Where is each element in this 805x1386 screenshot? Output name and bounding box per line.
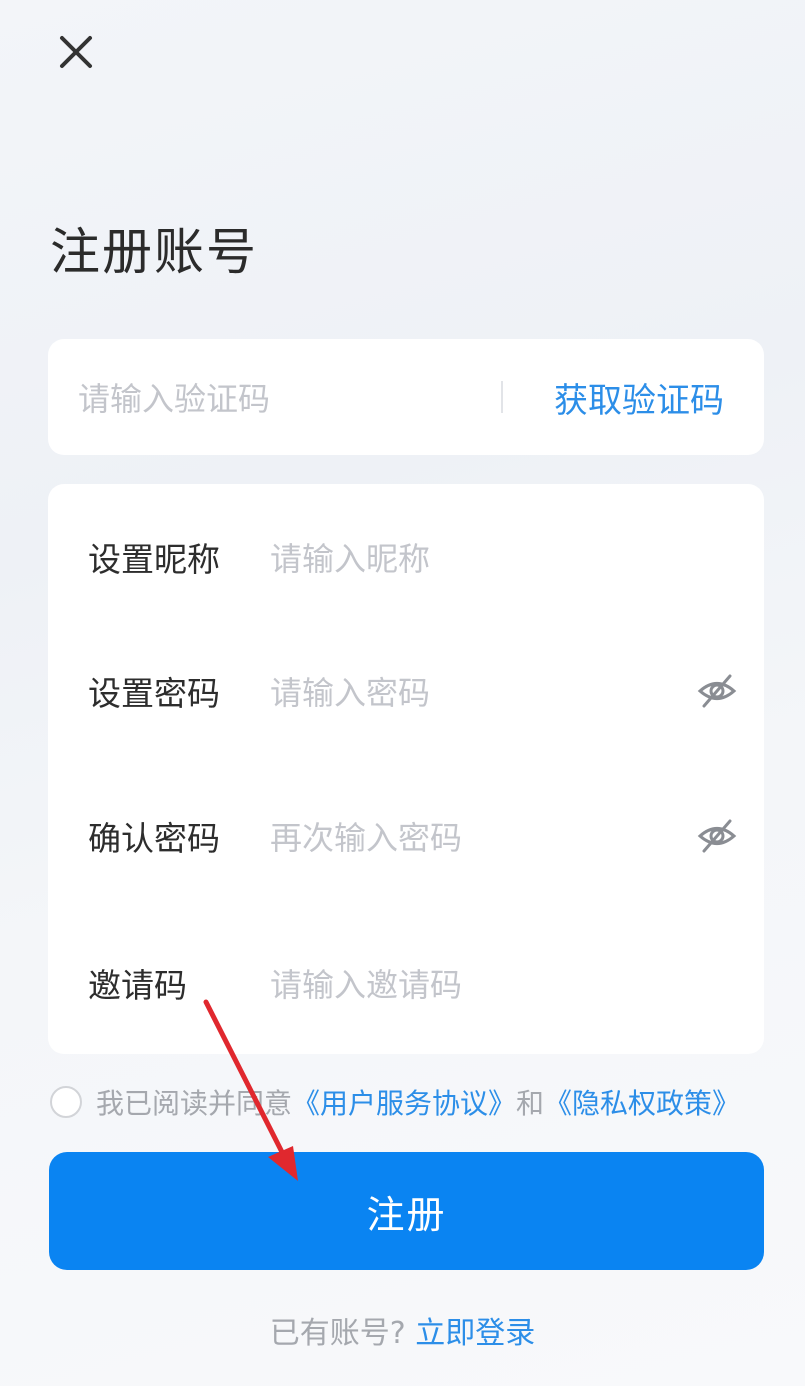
toggle-confirm-visibility[interactable] [696,815,738,857]
toggle-password-visibility[interactable] [696,670,738,712]
get-code-button[interactable]: 获取验证码 [554,339,724,455]
password-label: 设置密码 [88,674,220,713]
nickname-label: 设置昵称 [88,540,220,579]
verification-code-input[interactable]: 请输入验证码 [78,339,270,455]
confirm-password-input[interactable]: 再次输入密码 [270,813,462,859]
vertical-divider [501,381,503,413]
eye-slash-icon [697,674,737,708]
login-prompt: 已有账号? 立即登录 [0,1308,805,1352]
confirm-password-label: 确认密码 [88,819,220,858]
invite-code-input[interactable]: 请输入邀请码 [270,960,462,1006]
nickname-input[interactable]: 请输入昵称 [270,534,430,580]
agreement-radio[interactable] [50,1086,82,1118]
password-input[interactable]: 请输入密码 [270,668,430,714]
login-question: 已有账号? [269,1316,406,1351]
page-title: 注册账号 [50,223,258,281]
login-link[interactable]: 立即登录 [415,1316,535,1351]
verification-code-card: 请输入验证码 获取验证码 [48,339,764,455]
close-icon [60,36,92,68]
form-card: 设置昵称 请输入昵称 设置密码 请输入密码 确认密码 再次输入密码 邀请码 请输… [48,484,764,1054]
invite-code-row[interactable]: 邀请码 请输入邀请码 [48,910,764,1056]
password-row[interactable]: 设置密码 请输入密码 [48,618,764,764]
nickname-row[interactable]: 设置昵称 请输入昵称 [48,484,764,630]
agreement-prefix: 我已阅读并同意 [96,1087,293,1120]
confirm-password-row[interactable]: 确认密码 再次输入密码 [48,763,764,909]
eye-slash-icon [697,819,737,853]
agreement-and: 和 [516,1087,545,1120]
privacy-link[interactable]: 《隐私权政策》 [544,1082,740,1122]
register-button[interactable]: 注册 [49,1152,764,1270]
terms-link[interactable]: 《用户服务协议》 [292,1082,516,1122]
agreement-line: 我已阅读并同意 《用户服务协议》 和 《隐私权政策》 [50,1082,740,1122]
close-button[interactable] [52,28,100,76]
invite-code-label: 邀请码 [88,966,187,1005]
